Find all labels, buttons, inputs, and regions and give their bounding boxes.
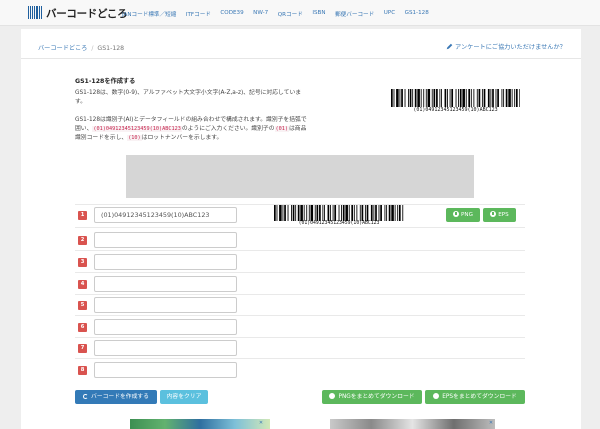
nav-link-postal[interactable]: 郵便バーコード [335, 10, 374, 18]
create-button-label: バーコードを作成する [91, 394, 149, 400]
input-row-4: 4 [75, 275, 525, 294]
sample-barcode-image [391, 89, 520, 107]
nav-link-jan[interactable]: JANコード標準／短縮 [122, 10, 176, 18]
row-number-badge: 4 [78, 280, 87, 289]
input-row-2: 2 [75, 231, 525, 250]
site-brand[interactable]: バーコードどころ [46, 6, 128, 21]
page-title: GS1-128を作成する [75, 78, 136, 85]
row-divider [75, 358, 525, 359]
png-download-all-button[interactable]: PNGをまとめてダウンロード [322, 390, 422, 404]
barcode-input-8[interactable] [94, 362, 237, 378]
breadcrumb-separator: / [91, 45, 94, 52]
intro-text-b: のようにご入力ください。識別子の [181, 126, 275, 132]
eps-all-label: EPSをまとめてダウンロード [442, 394, 517, 400]
png-button-label: PNG [461, 212, 473, 218]
barcode-input-5[interactable] [94, 297, 237, 313]
row-number-badge: 6 [78, 323, 87, 332]
barcode-logo-icon[interactable] [28, 6, 43, 19]
input-row-8: 8 [75, 361, 525, 380]
row-number-badge: 1 [78, 211, 87, 220]
download-icon [490, 211, 497, 217]
row-number-badge: 3 [78, 258, 87, 267]
nav-link-itf[interactable]: ITFコード [186, 10, 211, 18]
breadcrumb-home[interactable]: バーコードどころ [38, 45, 87, 52]
ad-image-right[interactable] [330, 419, 495, 429]
input-row-3: 3 [75, 253, 525, 272]
download-icon [329, 393, 336, 399]
top-navbar: バーコードどころ JANコード標準／短縮 ITFコード CODE39 NW-7 … [0, 0, 600, 26]
png-download-button[interactable]: PNG [446, 208, 480, 222]
nav-link-qr[interactable]: QRコード [278, 10, 303, 18]
row-divider [75, 227, 525, 228]
breadcrumb-current: GS1-128 [97, 45, 125, 52]
nav-link-code39[interactable]: CODE39 [220, 10, 243, 18]
survey-link-text: アンケートにご協力いただけませんか？ [455, 44, 566, 51]
input-row-7: 7 [75, 339, 525, 358]
ad-image-left[interactable] [130, 419, 270, 429]
barcode-input-1[interactable]: (01)04912345123459(10)ABC123 [94, 207, 237, 223]
sample-barcode-text: (01)04912345123459(10)ABC123 [413, 107, 498, 113]
nav-link-nw7[interactable]: NW-7 [253, 10, 268, 18]
download-icon [453, 211, 460, 217]
clear-button[interactable]: 内容をクリア [160, 390, 208, 404]
row-number-badge: 5 [78, 301, 87, 310]
nav-link-gs1128[interactable]: GS1-128 [405, 10, 429, 18]
intro-text-d: はロットナンバーを示します。 [141, 135, 223, 141]
nav-links: JANコード標準／短縮 ITFコード CODE39 NW-7 QRコード ISB… [122, 10, 438, 18]
ad-close-icon[interactable]: ✕ [488, 420, 494, 426]
breadcrumb: バーコードどころ / GS1-128 [38, 43, 124, 52]
row-divider [75, 315, 525, 316]
row-divider [75, 250, 525, 251]
barcode-input-4[interactable] [94, 276, 237, 292]
png-all-label: PNGをまとめてダウンロード [338, 394, 415, 400]
barcode-input-3[interactable] [94, 254, 237, 270]
row-number-badge: 7 [78, 344, 87, 353]
pencil-icon [446, 43, 453, 50]
intro-code-01: (01) [274, 126, 289, 132]
row1-barcode-text: (01)04912345123459(10)ABC123 [298, 221, 380, 226]
intro-code-10: (10) [127, 135, 142, 141]
intro-paragraph-1: GS1-128は、数字(0-9)、アルファベット大文字小文字(A-Z,a-z)、… [75, 90, 302, 105]
divider [21, 58, 581, 59]
eps-download-all-button[interactable]: EPSをまとめてダウンロード [425, 390, 525, 404]
intro-code-example: (01)04912345123459(10)ABC123 [92, 126, 182, 132]
survey-link[interactable]: アンケートにご協力いただけませんか？ [446, 42, 566, 51]
row-divider [75, 272, 525, 273]
eps-button-label: EPS [498, 212, 509, 218]
refresh-icon [83, 394, 88, 399]
nav-link-upc[interactable]: UPC [384, 10, 395, 18]
row1-barcode-image [274, 205, 404, 221]
row-divider [75, 337, 525, 338]
row-number-badge: 2 [78, 236, 87, 245]
eps-download-button[interactable]: EPS [483, 208, 516, 222]
download-icon [433, 393, 440, 399]
ad-banner-placeholder[interactable] [126, 155, 474, 198]
barcode-input-2[interactable] [94, 232, 237, 248]
intro-paragraph-2: GS1-128は識別子(AI)とデータフィールドの組み合わせで構成されます。識別… [75, 116, 310, 143]
row-divider [75, 294, 525, 295]
barcode-input-6[interactable] [94, 319, 237, 335]
input-row-5: 5 [75, 296, 525, 315]
ad-close-icon[interactable]: ✕ [258, 420, 264, 426]
row-number-badge: 8 [78, 366, 87, 375]
clear-button-label: 内容をクリア [166, 394, 202, 400]
input-row-6: 6 [75, 318, 525, 337]
barcode-input-7[interactable] [94, 340, 237, 356]
nav-link-isbn[interactable]: ISBN [312, 10, 325, 18]
create-barcode-button[interactable]: バーコードを作成する [75, 390, 157, 404]
